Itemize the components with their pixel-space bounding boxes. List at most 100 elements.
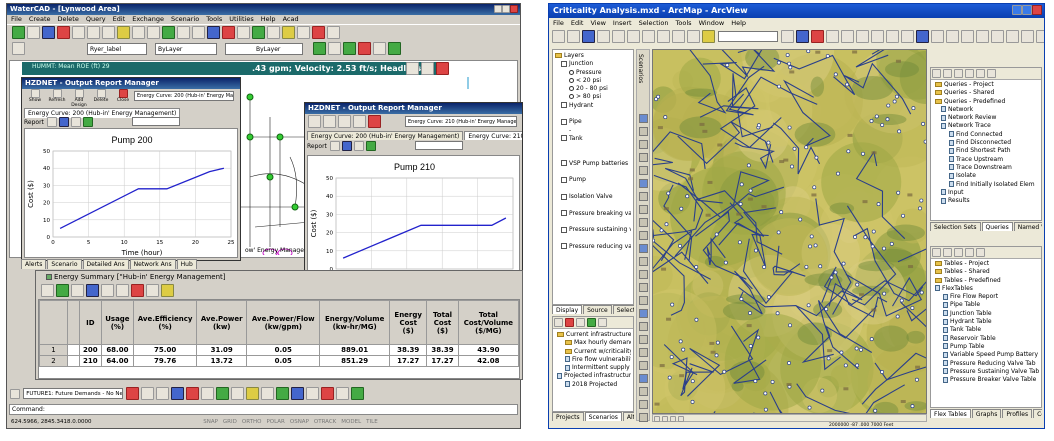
query-edit-icon[interactable] <box>965 69 974 78</box>
report-add-icon[interactable] <box>338 115 351 128</box>
maximize-icon[interactable] <box>502 5 510 13</box>
fixed-zoom-in-icon[interactable] <box>871 30 885 43</box>
report-toolbar-button[interactable]: Refresh <box>46 89 68 103</box>
output-report-window-1[interactable]: HZDNET - Output Report Manager Show Refre… <box>21 77 241 261</box>
paste-icon[interactable] <box>642 30 655 43</box>
energy-icon[interactable] <box>276 387 290 400</box>
hyperlink-icon[interactable] <box>1021 30 1035 43</box>
layer-checkbox[interactable] <box>561 118 567 125</box>
scenario-delete-icon[interactable] <box>565 318 574 327</box>
table-filter-icon[interactable] <box>86 284 99 297</box>
flextable-icon[interactable] <box>156 387 170 400</box>
tree-item[interactable]: Find Initially Isolated Elem <box>933 181 1039 189</box>
tree-item[interactable]: Results <box>933 197 1039 205</box>
zoom-extent-icon[interactable] <box>207 26 220 39</box>
chart-zoom-icon[interactable] <box>71 117 82 127</box>
snap-icon[interactable] <box>373 42 386 55</box>
tree-item[interactable]: Pressure Sustaining Valve Tab <box>933 368 1039 376</box>
full-extent-icon[interactable] <box>916 30 930 43</box>
query-run-icon[interactable] <box>976 69 985 78</box>
data-view-icon[interactable] <box>662 416 668 422</box>
menu-item-file[interactable]: File <box>11 15 22 23</box>
tree-item[interactable]: Queries - Predefined <box>933 98 1039 106</box>
banner-close-icon[interactable] <box>436 62 449 75</box>
side-tool-icon[interactable] <box>639 361 648 370</box>
chart-copy-icon[interactable] <box>342 141 353 151</box>
side-tool-icon[interactable] <box>639 153 648 162</box>
reservoir-tool-icon[interactable] <box>297 26 310 39</box>
junction-tool-icon[interactable] <box>237 26 250 39</box>
tree-item[interactable]: Fire Flow Report <box>933 293 1039 301</box>
panel-tab[interactable]: Named Views <box>1013 222 1042 231</box>
editor-icon[interactable] <box>781 30 795 43</box>
element-icon[interactable] <box>351 387 365 400</box>
side-tool-icon[interactable] <box>639 127 648 136</box>
open-icon[interactable] <box>27 26 40 39</box>
side-tool-icon[interactable] <box>639 231 648 240</box>
column-header[interactable]: ID <box>79 300 102 345</box>
strip-tab[interactable]: Hub <box>176 259 197 269</box>
menu-item-utilities[interactable]: Utilities <box>229 15 253 23</box>
toc-layer[interactable]: Isolation Valve <box>555 193 631 201</box>
tree-item[interactable]: Network <box>933 106 1039 114</box>
panel-tab[interactable]: Profiles <box>1002 409 1033 418</box>
status-toggle-otrack[interactable]: OTRACK <box>314 419 336 425</box>
column-header[interactable]: Total Cost ($) <box>426 300 459 345</box>
library-icon[interactable] <box>336 387 350 400</box>
side-tool-icon[interactable] <box>639 244 648 253</box>
draw-line-icon[interactable] <box>313 42 326 55</box>
toc-blank[interactable] <box>555 152 631 160</box>
menu-item-query[interactable]: Query <box>86 15 106 23</box>
tree-item[interactable]: Pump Table <box>933 343 1039 351</box>
side-tool-icon[interactable] <box>639 257 648 266</box>
layer-checkbox[interactable] <box>561 160 567 167</box>
column-header[interactable]: Ave.Power (kw) <box>196 300 248 345</box>
toc-blank[interactable] <box>555 235 631 243</box>
side-tool-icon[interactable] <box>639 387 648 396</box>
layer-combo[interactable]: Ryer_label <box>87 43 147 55</box>
menu-item-delete[interactable]: Delete <box>58 15 79 23</box>
report-toolbar-button[interactable]: Add Design <box>68 89 90 108</box>
minimize-icon[interactable] <box>1012 5 1022 15</box>
table-new-icon[interactable] <box>932 248 941 257</box>
panel-tab[interactable]: Projects <box>552 412 584 421</box>
tree-item[interactable]: Projected infrastructure <box>555 372 631 380</box>
tree-item[interactable]: Tables - Project <box>933 260 1039 268</box>
run-icon[interactable] <box>57 26 70 39</box>
toc-blank[interactable] <box>555 110 631 118</box>
toc-layer[interactable]: Pressure reducing valv <box>555 243 631 251</box>
menu-item-tools[interactable]: Tools <box>206 15 222 23</box>
toc-layer[interactable]: Pipe <box>555 118 631 126</box>
panel-tab[interactable]: Source <box>583 305 612 314</box>
menu-item-scenario[interactable]: Scenario <box>171 15 199 23</box>
add-data-icon[interactable] <box>702 30 715 43</box>
cut-icon[interactable] <box>612 30 625 43</box>
status-toggle-osnap[interactable]: OSNAP <box>290 419 309 425</box>
forward-icon[interactable] <box>946 30 960 43</box>
tree-item[interactable]: Fire flow vulnerability <box>555 356 631 364</box>
side-tool-icon[interactable] <box>639 205 648 214</box>
chart-print-icon[interactable] <box>330 141 341 151</box>
toc-layer[interactable]: Pressure breaking valv <box>555 210 631 218</box>
scenario-compute-icon[interactable] <box>587 318 596 327</box>
row-selector[interactable] <box>67 344 80 356</box>
toc-layer[interactable]: Tank <box>555 135 631 143</box>
command-line[interactable]: Command: <box>9 404 518 415</box>
layer-checkbox[interactable] <box>561 226 567 233</box>
tree-item[interactable]: Queries - Project <box>933 81 1039 89</box>
tree-item[interactable]: Trace Upstream <box>933 156 1039 164</box>
tree-item[interactable]: Isolate <box>933 172 1039 180</box>
tree-item[interactable]: Current infrastructure <box>555 331 631 339</box>
menu-item-insert[interactable]: Insert <box>613 19 632 27</box>
table-print-icon[interactable] <box>41 284 54 297</box>
tree-item[interactable]: Tables - Predefined <box>933 277 1039 285</box>
query-help-icon[interactable] <box>987 69 996 78</box>
chart-options-icon[interactable] <box>366 141 377 151</box>
status-toggle-ortho[interactable]: ORTHO <box>242 419 262 425</box>
column-header[interactable]: Ave.Power/Flow (kw/gpm) <box>246 300 321 345</box>
column-header[interactable]: Energy Cost ($) <box>389 300 428 345</box>
measure-icon[interactable] <box>1006 30 1020 43</box>
report-tab-210[interactable]: Energy Curve: 210 (Hub-in' Energy Manage… <box>464 131 522 140</box>
report-tab-200[interactable]: Energy Curve: 200 (Hub-in' Energy Manage… <box>307 131 464 140</box>
print-icon[interactable] <box>597 30 610 43</box>
